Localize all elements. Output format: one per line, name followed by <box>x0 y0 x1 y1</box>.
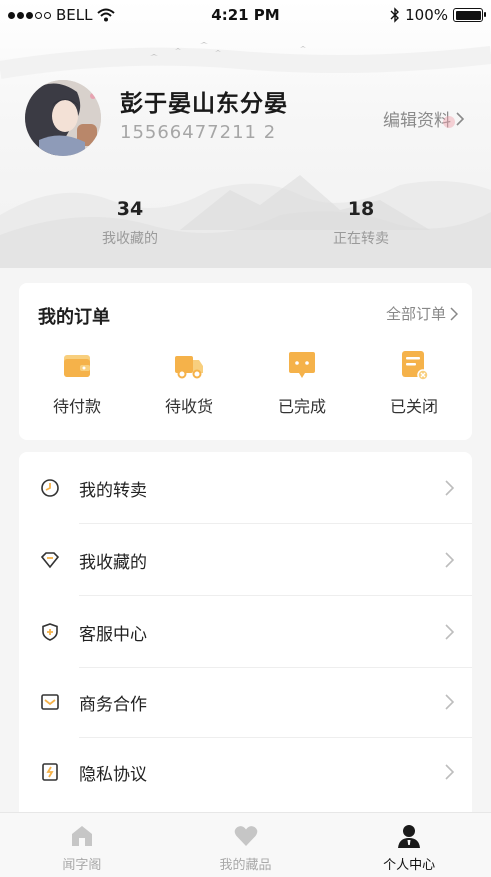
bottom-tab-bar: 闻字阁 我的藏品 个人中心 <box>0 812 491 877</box>
mail-icon <box>41 694 59 710</box>
home-icon <box>71 826 92 846</box>
chevron-right-icon <box>456 111 465 126</box>
heart-icon <box>234 826 257 846</box>
tab-home[interactable]: 闻字阁 <box>0 813 164 877</box>
chevron-right-icon <box>445 552 454 568</box>
order-closed[interactable]: 已关闭 <box>364 349 464 417</box>
tab-label: 闻字阁 <box>62 858 102 873</box>
orders-card: 我的订单 全部订单 待付款 待收货 已完成 已关闭 <box>19 283 472 440</box>
person-icon <box>398 825 421 848</box>
stat-favorites[interactable]: 34 我收藏的 <box>70 198 190 248</box>
order-label: 待收货 <box>164 397 213 416</box>
avatar-illustration <box>25 80 101 156</box>
orders-title: 我的订单 <box>38 307 110 328</box>
order-label: 待付款 <box>52 397 101 416</box>
edit-profile-button[interactable]: 编辑资料 <box>383 106 465 131</box>
username: 彭于晏山东分晏 <box>120 91 288 117</box>
order-label: 已关闭 <box>389 397 438 416</box>
tab-label: 个人中心 <box>383 858 436 873</box>
menu-card: 我的转卖 我收藏的 客服中心 商务合作 隐私协议 <box>19 452 472 832</box>
document-closed-icon <box>402 351 429 381</box>
chevron-right-icon <box>445 694 454 710</box>
stat-value: 18 <box>347 198 375 220</box>
chevron-right-icon <box>445 624 454 640</box>
signal-icon <box>8 11 51 19</box>
status-bar: BELL 4:21 PM 100% <box>0 0 491 30</box>
all-orders-label: 全部订单 <box>385 305 446 323</box>
tab-my-collection[interactable]: 我的藏品 <box>164 813 328 877</box>
menu-item-customer-service[interactable]: 客服中心 <box>19 596 472 668</box>
shield-icon <box>42 623 58 641</box>
menu-item-my-favorites[interactable]: 我收藏的 <box>19 524 472 596</box>
menu-item-privacy-policy[interactable]: 隐私协议 <box>19 736 472 808</box>
diamond-icon <box>40 552 60 569</box>
profile-header: 彭于晏山东分晏 15566477211 2 编辑资料 34 我收藏的 18 正在… <box>0 0 491 268</box>
stat-label: 正在转卖 <box>333 231 389 247</box>
order-completed[interactable]: 已完成 <box>252 349 352 417</box>
menu-item-label: 客服中心 <box>79 624 147 645</box>
chat-complete-icon <box>289 352 315 378</box>
menu-item-label: 商务合作 <box>79 694 147 715</box>
edit-profile-label: 编辑资料 <box>383 111 451 131</box>
chevron-right-icon <box>445 764 454 780</box>
avatar[interactable] <box>25 80 101 156</box>
privacy-doc-icon <box>42 763 58 781</box>
chevron-right-icon <box>445 480 454 496</box>
stat-label: 我收藏的 <box>102 231 158 247</box>
truck-icon <box>175 356 203 379</box>
tab-personal-center[interactable]: 个人中心 <box>327 813 491 877</box>
carrier-name: BELL <box>56 6 93 24</box>
menu-item-label: 我收藏的 <box>79 552 147 573</box>
menu-item-business-cooperation[interactable]: 商务合作 <box>19 666 472 738</box>
battery-percent: 100% <box>405 6 448 24</box>
battery-icon <box>453 8 486 22</box>
clock-icon <box>41 479 59 497</box>
stat-value: 34 <box>116 198 144 220</box>
menu-item-label: 隐私协议 <box>79 764 147 785</box>
menu-item-my-resale[interactable]: 我的转卖 <box>19 452 472 524</box>
stat-reselling[interactable]: 18 正在转卖 <box>301 198 421 248</box>
tab-label: 我的藏品 <box>219 858 272 873</box>
bluetooth-icon <box>390 7 400 23</box>
order-label: 已完成 <box>277 397 326 416</box>
wifi-icon <box>97 8 116 22</box>
chevron-right-icon <box>450 306 458 321</box>
order-pending-delivery[interactable]: 待收货 <box>139 349 239 417</box>
phone-number: 15566477211 2 <box>120 122 277 143</box>
decorative-dot <box>443 116 455 128</box>
menu-item-label: 我的转卖 <box>79 480 147 501</box>
wallet-icon <box>64 355 90 377</box>
order-pending-payment[interactable]: 待付款 <box>27 349 127 417</box>
all-orders-link[interactable]: 全部订单 <box>386 303 458 324</box>
